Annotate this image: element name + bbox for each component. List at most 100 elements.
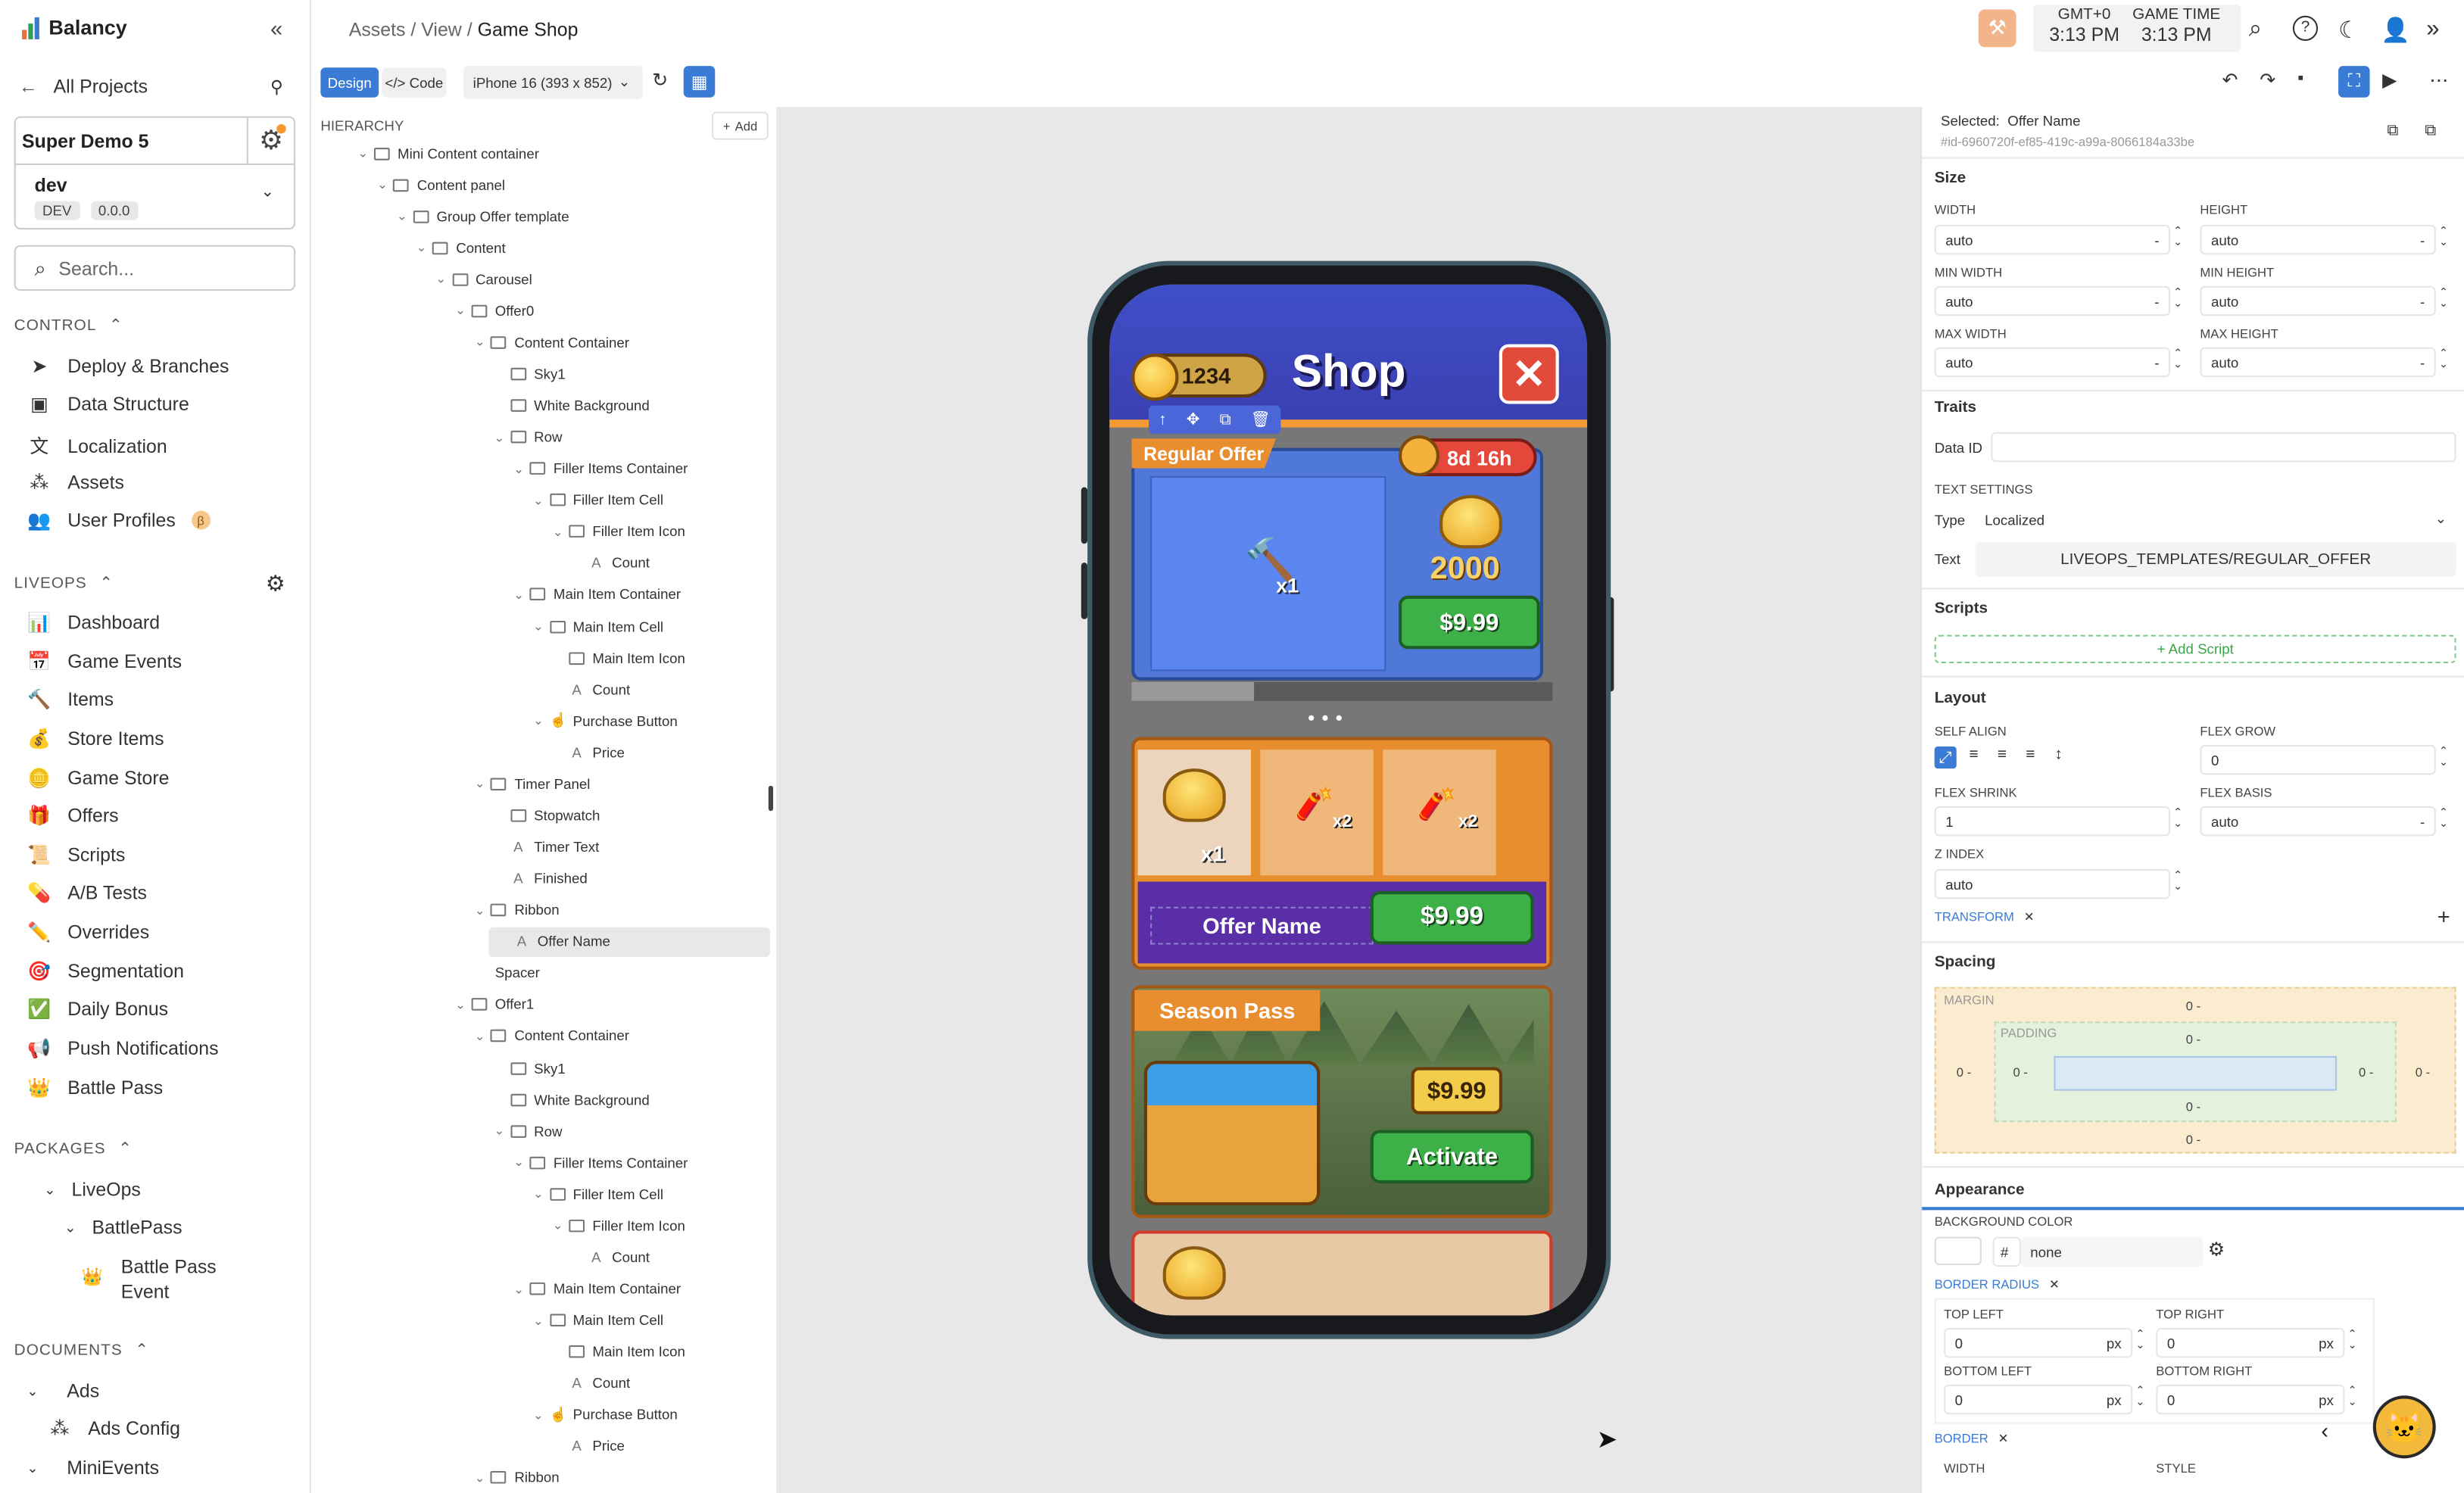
more-options-icon[interactable]: ⋯ xyxy=(2429,69,2448,91)
tree-node[interactable]: ⌄ Filler Item Icon xyxy=(311,1211,770,1240)
padding-top-value[interactable]: 0 - xyxy=(2186,1033,2200,1047)
tree-node[interactable]: ⌄ Group Offer template xyxy=(311,201,770,231)
flex-basis-input[interactable]: auto - xyxy=(2200,806,2436,837)
project-settings-gear-icon[interactable]: ⚙ xyxy=(246,117,294,165)
close-icon[interactable]: ✕ xyxy=(1499,344,1559,404)
z-index-stepper[interactable]: ⌃ ⌄ xyxy=(2173,871,2182,893)
panel-resize-handle[interactable] xyxy=(768,785,774,812)
tree-node[interactable]: ⌄ Filler Items Container xyxy=(311,454,770,483)
breadcrumb-item[interactable]: Assets xyxy=(349,19,406,41)
doc-ads[interactable]: ⌄ Ads xyxy=(27,1380,99,1402)
tree-node[interactable]: ⌄ Content Container xyxy=(311,1021,770,1051)
documents-section-header[interactable]: DOCUMENTS ⌃ xyxy=(14,1342,149,1360)
bg-color-input[interactable]: none xyxy=(2020,1236,2204,1267)
nav-game-events[interactable]: 📅 Game Events xyxy=(27,650,182,672)
add-transform-icon[interactable]: + xyxy=(2437,904,2450,929)
tree-node[interactable]: Main Item Icon xyxy=(311,1337,770,1367)
top-right-radius-input[interactable]: 0 px xyxy=(2156,1328,2345,1358)
tree-node[interactable]: A Count xyxy=(311,548,770,578)
border-radius-toggle[interactable]: BORDER RADIUS ✕ xyxy=(1935,1278,2060,1292)
stepper[interactable]: ⌃ ⌄ xyxy=(2347,1329,2356,1351)
stepper[interactable]: ⌃ ⌄ xyxy=(2135,1329,2144,1351)
tree-node[interactable]: ⌄ Main Item Container xyxy=(311,1273,770,1303)
undo-icon[interactable]: ↶ xyxy=(2222,69,2238,91)
nav-items[interactable]: 🔨 Items xyxy=(27,688,114,710)
tree-node[interactable]: ⌄ Content panel xyxy=(311,170,770,199)
nav-daily-bonus[interactable]: ✅ Daily Bonus xyxy=(27,998,168,1020)
stepper[interactable]: ⌃ ⌄ xyxy=(2135,1386,2144,1408)
expand-chevron-icon[interactable]: ⌄ xyxy=(491,430,507,444)
pkg-liveops[interactable]: ⌄ LiveOps xyxy=(44,1179,141,1201)
data-id-input[interactable] xyxy=(1991,432,2456,463)
code-mode-button[interactable]: </> Code xyxy=(382,67,447,98)
expand-chevron-icon[interactable]: ⌄ xyxy=(531,714,547,728)
copy-icon[interactable]: ⧉ xyxy=(1220,411,1231,429)
tree-node[interactable]: ⌄ Mini Content container xyxy=(311,139,770,168)
collapse-sidebar-icon[interactable]: « xyxy=(270,16,282,41)
nav-assets[interactable]: ⁂ Assets xyxy=(27,472,124,494)
tree-node[interactable]: ⌄ Ribbon xyxy=(311,896,770,925)
expand-chevron-icon[interactable]: ⌄ xyxy=(531,493,547,507)
tree-node[interactable]: A Price xyxy=(311,737,770,767)
liveops-section-header[interactable]: LIVEOPS ⌃ xyxy=(14,575,114,593)
width-input[interactable]: auto - xyxy=(1934,224,2170,255)
activate-button[interactable]: Activate xyxy=(1370,1130,1534,1184)
expand-chevron-icon[interactable]: ⌄ xyxy=(433,273,449,287)
tree-node[interactable]: A Count xyxy=(311,1242,770,1272)
align-end-icon[interactable]: ≡ xyxy=(2020,746,2041,768)
copy-icon[interactable]: ⧉ xyxy=(2387,123,2398,140)
expand-chevron-icon[interactable]: ⌄ xyxy=(472,1030,488,1044)
expand-chevron-icon[interactable]: ⌄ xyxy=(413,241,429,255)
nav-game-store[interactable]: 🪙 Game Store xyxy=(27,767,169,789)
margin-bottom-value[interactable]: 0 - xyxy=(2186,1133,2200,1148)
expand-chevron-icon[interactable]: ⌄ xyxy=(531,619,547,634)
align-start-icon[interactable]: ≡ xyxy=(1963,746,1985,768)
height-stepper[interactable]: ⌃ ⌄ xyxy=(2439,226,2448,248)
nav-data-structure[interactable]: ▣ Data Structure xyxy=(27,393,189,415)
expand-chevron-icon[interactable]: ⌄ xyxy=(511,1155,527,1170)
nav-dashboard[interactable]: 📊 Dashboard xyxy=(27,611,160,633)
min-width-input[interactable]: auto - xyxy=(1934,285,2170,316)
paste-icon[interactable]: ⧉ xyxy=(2425,123,2436,140)
expand-chevron-icon[interactable]: ⌄ xyxy=(394,209,410,223)
nav-ab-tests[interactable]: 💊 A/B Tests xyxy=(27,882,147,904)
tree-node[interactable]: ⌄ Filler Items Container xyxy=(311,1148,770,1177)
expand-chevron-icon[interactable]: ⌄ xyxy=(531,1187,547,1202)
trash-icon[interactable]: 🗑 xyxy=(1251,411,1271,429)
min-width-stepper[interactable]: ⌃ ⌄ xyxy=(2173,288,2182,310)
assistant-avatar-icon[interactable]: 🐱 xyxy=(2372,1395,2436,1459)
moon-icon[interactable]: ☾ xyxy=(2338,16,2360,44)
design-mode-button[interactable]: Design xyxy=(320,67,379,98)
expand-chevron-icon[interactable]: ⌄ xyxy=(355,146,371,161)
bottom-left-radius-input[interactable]: 0 px xyxy=(1944,1384,2133,1415)
width-stepper[interactable]: ⌃ ⌄ xyxy=(2173,226,2182,248)
game-shop-preview[interactable]: 1234 Shop ✕ 🔨 x1 Regular Offer 8d 16h 20… xyxy=(1109,284,1588,1316)
tree-node[interactable]: Stopwatch xyxy=(311,801,770,831)
max-width-input[interactable]: auto - xyxy=(1934,347,2170,378)
tree-node[interactable]: ⌄ Offer1 xyxy=(311,990,770,1019)
expand-chevron-icon[interactable]: ⌄ xyxy=(531,1407,547,1422)
nav-overrides[interactable]: ✏️ Overrides xyxy=(27,921,149,943)
nav-offers[interactable]: 🎁 Offers xyxy=(27,805,118,827)
chevron-left-icon[interactable]: ‹ xyxy=(2321,1417,2328,1442)
tree-node[interactable]: Main Item Icon xyxy=(311,643,770,672)
tree-node[interactable]: A Price xyxy=(311,1432,770,1461)
pkg-battle-pass-event[interactable]: Battle Pass Event xyxy=(121,1254,217,1304)
tree-node[interactable]: ⌄ ☝ Purchase Button xyxy=(311,1400,770,1429)
expand-chevron-icon[interactable]: ⌄ xyxy=(453,304,469,318)
tree-node[interactable]: ⌄ Main Item Cell xyxy=(311,612,770,641)
nav-push-notifications[interactable]: 📢 Push Notifications xyxy=(27,1037,218,1059)
flex-grow-stepper[interactable]: ⌃ ⌄ xyxy=(2439,746,2448,768)
tree-node[interactable]: White Background xyxy=(311,391,770,420)
stepper[interactable]: ⌃ ⌄ xyxy=(2347,1386,2356,1408)
align-stretch-icon[interactable]: ↕ xyxy=(2048,746,2069,768)
all-projects-link[interactable]: ← All Projects xyxy=(16,76,148,98)
packages-section-header[interactable]: PACKAGES ⌃ xyxy=(14,1141,133,1158)
expand-chevron-icon[interactable]: ⌄ xyxy=(472,335,488,350)
nav-battle-pass[interactable]: 👑 Battle Pass xyxy=(27,1077,163,1099)
color-settings-gear-icon[interactable]: ⚙ xyxy=(2208,1239,2225,1261)
bg-color-swatch[interactable] xyxy=(1934,1236,1982,1266)
nav-user-profiles[interactable]: 👥 User Profiles β xyxy=(27,510,211,531)
sidebar-search-input[interactable]: ⌕ Search... xyxy=(14,245,296,291)
type-select[interactable]: Localized ⌄ xyxy=(1975,504,2456,535)
